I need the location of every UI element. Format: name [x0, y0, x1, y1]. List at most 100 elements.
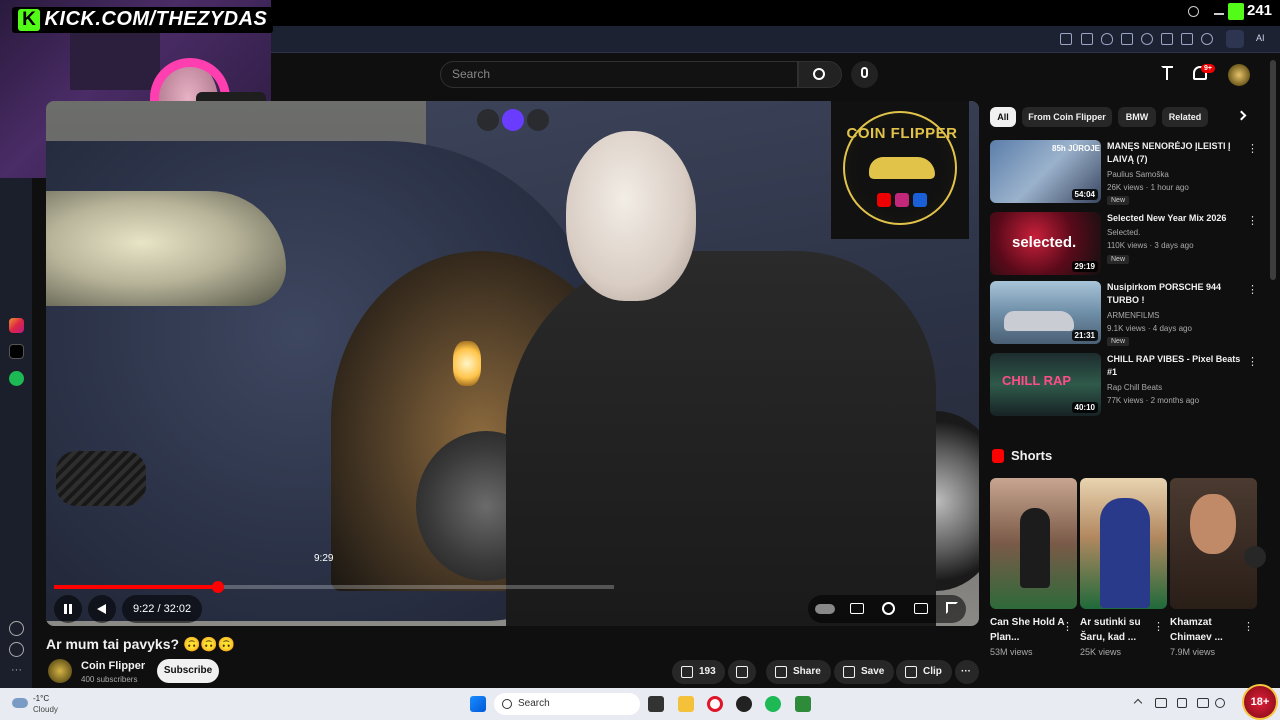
- history-icon[interactable]: [9, 642, 24, 657]
- video-thumbnail[interactable]: selected. 29:19: [990, 212, 1101, 275]
- chip-all[interactable]: All: [990, 107, 1016, 127]
- short-views: 25K views: [1080, 647, 1122, 657]
- list-item[interactable]: 21:31 Nusipirkom PORSCHE 944 TURBO ! ARM…: [989, 281, 1264, 346]
- volume-icon[interactable]: [1215, 698, 1225, 708]
- dislike-button[interactable]: [728, 660, 756, 684]
- channel-name[interactable]: ARMENFILMS: [1107, 311, 1159, 320]
- obs-icon[interactable]: [736, 696, 752, 712]
- file-explorer-icon[interactable]: [678, 696, 694, 712]
- more-vert-icon[interactable]: ⋮: [1247, 214, 1258, 227]
- ai-button[interactable]: AI: [1256, 33, 1265, 43]
- search-button[interactable]: [798, 61, 842, 88]
- save-button[interactable]: Save: [834, 660, 895, 684]
- heart-icon[interactable]: [9, 621, 24, 636]
- network-icon[interactable]: [1155, 698, 1167, 708]
- play-pause-button[interactable]: [54, 595, 82, 623]
- play-icon[interactable]: [1121, 33, 1133, 45]
- taskbar-search[interactable]: Search: [494, 693, 640, 715]
- video-player[interactable]: COIN FLIPPER 9:29 9:22 / 32:02: [46, 101, 979, 626]
- heart-icon[interactable]: [1141, 33, 1153, 45]
- extension-icon[interactable]: [1226, 30, 1244, 48]
- windows-start-icon[interactable]: [470, 696, 486, 712]
- like-button[interactable]: 193: [672, 660, 725, 684]
- list-item[interactable]: selected. 29:19 Selected New Year Mix 20…: [989, 212, 1264, 276]
- autoplay-toggle[interactable]: [815, 604, 835, 614]
- theater-icon[interactable]: [914, 603, 928, 614]
- spotify-icon[interactable]: [9, 371, 24, 386]
- short-title[interactable]: Khamzat Chimaev ...: [1170, 615, 1246, 645]
- channel-name[interactable]: Coin Flipper: [81, 660, 145, 672]
- display-icon[interactable]: [1197, 698, 1209, 708]
- video-title[interactable]: MANĘS NENORĖJO ĮLEISTI Į LAIVĄ (7): [1107, 140, 1243, 166]
- progress-bar[interactable]: [54, 581, 614, 593]
- more-vert-icon[interactable]: ⋮: [1247, 355, 1258, 368]
- voice-search-button[interactable]: [851, 61, 878, 88]
- channel-name[interactable]: Paulius Samoška: [1107, 170, 1169, 179]
- car-grille: [56, 451, 146, 506]
- channel-name[interactable]: Selected.: [1107, 228, 1140, 237]
- scrollbar[interactable]: [1270, 60, 1276, 280]
- menu-icon[interactable]: [1181, 33, 1193, 45]
- video-title[interactable]: Nusipirkom PORSCHE 944 TURBO !: [1107, 281, 1243, 307]
- download-icon[interactable]: [1161, 33, 1173, 45]
- short-title[interactable]: Ar sutinki su Šaru, kad ...: [1080, 615, 1156, 645]
- channel-avatar[interactable]: [48, 659, 72, 683]
- miniplayer-icon[interactable]: [477, 109, 499, 131]
- short-thumbnail[interactable]: [1170, 478, 1257, 609]
- thumbnail-text: 85h JŪROJE: [1052, 144, 1101, 153]
- task-view-icon[interactable]: [648, 696, 664, 712]
- opera-icon[interactable]: [707, 696, 723, 712]
- video-thumbnail[interactable]: CHILL RAP 40:10: [990, 353, 1101, 416]
- subscribe-button[interactable]: Subscribe: [157, 659, 219, 683]
- chip-bmw[interactable]: BMW: [1118, 107, 1156, 127]
- video-title[interactable]: CHILL RAP VIBES - Pixel Beats #1: [1107, 353, 1243, 379]
- chip-from-coin-flipper[interactable]: From Coin Flipper: [1022, 107, 1112, 127]
- profile-icon[interactable]: [1201, 33, 1213, 45]
- camera-icon[interactable]: [1081, 33, 1093, 45]
- minimize-icon[interactable]: [1214, 13, 1224, 15]
- short-thumbnail[interactable]: [1080, 478, 1167, 609]
- video-thumbnail[interactable]: 21:31: [990, 281, 1101, 344]
- skip-icon[interactable]: [527, 109, 549, 131]
- channel-name[interactable]: Rap Chill Beats: [1107, 383, 1162, 392]
- shorts-next-button[interactable]: [1244, 546, 1266, 568]
- volume-button[interactable]: [88, 595, 116, 623]
- ai-sparkle-icon[interactable]: [502, 109, 524, 131]
- time-display: 9:22 / 32:02: [133, 603, 192, 615]
- more-actions-button[interactable]: ···: [955, 660, 979, 684]
- list-item[interactable]: 85h JŪROJE 54:04 MANĘS NENORĖJO ĮLEISTI …: [989, 140, 1264, 205]
- thumbs-up-icon: [681, 666, 693, 678]
- thumbnail-text: selected.: [1012, 234, 1077, 251]
- chevron-right-icon[interactable]: [1236, 110, 1247, 121]
- spotify-icon[interactable]: [765, 696, 781, 712]
- list-item[interactable]: CHILL RAP 40:10 CHILL RAP VIBES - Pixel …: [989, 353, 1264, 417]
- thumbs-down-icon: [736, 666, 748, 678]
- clip-button[interactable]: Clip: [896, 660, 952, 684]
- more-vert-icon[interactable]: ⋮: [1247, 142, 1258, 155]
- app-icon[interactable]: [795, 696, 811, 712]
- more-vert-icon[interactable]: ⋮: [1243, 620, 1254, 633]
- video-thumbnail[interactable]: 85h JŪROJE 54:04: [990, 140, 1101, 203]
- short-thumbnail[interactable]: [990, 478, 1077, 609]
- edit-icon[interactable]: [1060, 33, 1072, 45]
- progress-scrubber[interactable]: [212, 581, 225, 593]
- more-icon[interactable]: ···: [11, 664, 22, 676]
- search-icon[interactable]: [1188, 6, 1199, 17]
- video-title[interactable]: Selected New Year Mix 2026: [1107, 212, 1243, 225]
- avatar[interactable]: [1228, 64, 1250, 86]
- captions-icon[interactable]: [850, 603, 864, 614]
- instagram-icon[interactable]: [9, 318, 24, 333]
- search-input[interactable]: Search: [440, 61, 798, 88]
- shield-icon[interactable]: [1101, 33, 1113, 45]
- settings-icon[interactable]: [882, 602, 895, 615]
- more-vert-icon[interactable]: ⋮: [1247, 283, 1258, 296]
- short-title[interactable]: Can She Hold A Plan...: [990, 615, 1066, 645]
- fullscreen-icon[interactable]: [946, 602, 958, 614]
- more-vert-icon[interactable]: ⋮: [1153, 620, 1164, 633]
- x-icon[interactable]: [9, 344, 24, 359]
- speaker-icon[interactable]: [1177, 698, 1187, 708]
- share-label: Share: [793, 666, 821, 677]
- chip-related[interactable]: Related: [1162, 107, 1208, 127]
- more-vert-icon[interactable]: ⋮: [1062, 620, 1073, 633]
- share-button[interactable]: Share: [766, 660, 831, 684]
